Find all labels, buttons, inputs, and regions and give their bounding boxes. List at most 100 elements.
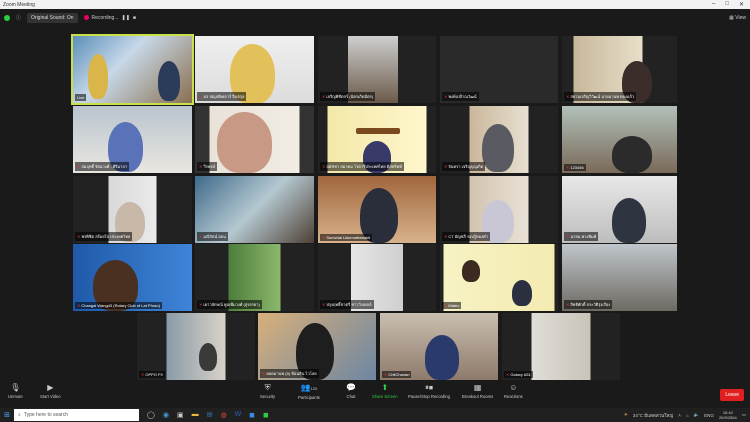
pause-stop-recording-button[interactable]: ⏸⏹ Pause/Stop Recording: [408, 384, 450, 400]
video-tile[interactable]: ✕สยามเจริญวิวัฒน์ นายมานพ ทองแก้ว: [562, 36, 677, 103]
task-view-icon[interactable]: ◯: [147, 411, 155, 419]
window-titlebar: Zoom Meeting – □ ✕: [0, 0, 750, 9]
video-tile[interactable]: ✕พรพิชิต สร้อยใจ ประเทศไทย: [73, 176, 192, 243]
close-button[interactable]: ✕: [739, 1, 744, 8]
video-tile[interactable]: ✕CT อัญชลี รอบรู้ทองคำ: [440, 176, 558, 243]
mic-muted-icon: ✕: [322, 235, 326, 240]
start-video-button[interactable]: ▶ Start Video: [40, 384, 61, 400]
notification-icon[interactable]: ▭: [742, 412, 746, 418]
unmute-button[interactable]: 🎙 Unmute: [8, 384, 23, 400]
mic-muted-icon: ✕: [199, 164, 203, 169]
mic-muted-icon: ✕: [322, 164, 326, 169]
breakout-rooms-button[interactable]: ▦ Breakout Rooms: [462, 383, 493, 400]
meeting-topbar: ⓘ Original Sound: On Recording... ❚❚ ■ ▦…: [0, 9, 750, 26]
tile-name: เยาวลักษณ์ พูลเพิ่มวงศ์ (สุจรรยา): [203, 302, 260, 307]
mic-muted-icon: ✕: [444, 303, 448, 308]
meeting-toolbar: 🎙 Unmute ▶ Start Video ⛨ Security 👥120 P…: [0, 380, 750, 408]
video-tile[interactable]: ✕A3 ปณุจพิเยอาร์ จีบสกุล: [195, 36, 314, 103]
search-icon: ⌕: [18, 412, 21, 418]
tile-name: สมัชชา สมาคม โรตารีประเทศไทย ดิสทริคท์: [326, 164, 402, 169]
store-icon[interactable]: ▣: [177, 411, 184, 419]
video-tile[interactable]: ✕Somchai Udomrattanakit: [318, 176, 436, 243]
video-tile[interactable]: ✕วีรพงษ์: [195, 106, 314, 173]
security-shield-icon[interactable]: [4, 14, 10, 21]
windows-start-icon[interactable]: ⊞: [0, 411, 14, 419]
video-tile[interactable]: ✕Changai Wangd3 (Rotary Club of Lat Phra…: [73, 244, 192, 311]
mic-muted-icon: ✕: [566, 94, 570, 99]
video-grid: Live ✕A3 ปณุจพิเยอาร์ จีบสกุล ✕เจริญพิชิ…: [0, 26, 750, 380]
tile-name: จันทรา เจริญบุญเกิด: [448, 164, 484, 169]
reactions-button[interactable]: ☺ Reactions: [504, 383, 523, 400]
participants-icon: 👥120: [300, 383, 318, 392]
stop-icon[interactable]: ■: [133, 15, 136, 21]
info-icon[interactable]: ⓘ: [16, 14, 21, 21]
network-icon[interactable]: ⌂: [686, 413, 689, 418]
video-tile[interactable]: ✕Mateo: [440, 244, 558, 311]
shield-icon: ⛨: [264, 383, 271, 392]
original-sound-toggle[interactable]: Original Sound: On: [27, 12, 78, 23]
video-tile[interactable]: ✕ChitChanan: [380, 313, 498, 380]
participants-button[interactable]: 👥120 Participants: [298, 383, 320, 401]
chrome-icon[interactable]: ◍: [220, 411, 226, 419]
mic-muted-icon: ✕: [322, 94, 326, 99]
mic-muted-icon: ✕: [506, 372, 510, 377]
pause-icon[interactable]: ❚❚: [122, 15, 130, 21]
video-tile[interactable]: ✕ปรุงฤทธิ์ชาตรี ชาววังเทลล์: [318, 244, 436, 311]
video-tile[interactable]: ✕พงษ์เปป้าณวัฒน์: [440, 36, 558, 103]
edge-browser-icon[interactable]: ◉: [163, 411, 169, 419]
video-tile[interactable]: ✕เจริญพิชิตกร์ (ฉัตรเกิดมิตร): [318, 36, 436, 103]
mic-muted-icon: ✕: [199, 94, 203, 99]
video-tile[interactable]: ✕Galaxy A51: [502, 313, 620, 380]
window-title: Zoom Meeting: [3, 1, 35, 8]
video-tile[interactable]: ✕OPPO F9: [137, 313, 255, 380]
system-tray: ☀ 34°C มีแดดส่วนใหญ่ ˄ ⌂ 🔈 ENG 16:40 20/…: [624, 410, 750, 420]
mic-muted-icon: ✕: [199, 302, 203, 307]
mail-icon[interactable]: ✉: [207, 411, 213, 419]
video-tile[interactable]: Live: [71, 34, 194, 105]
maximize-button[interactable]: □: [725, 1, 729, 8]
video-tile[interactable]: ✕123456: [562, 106, 677, 173]
minimize-button[interactable]: –: [712, 1, 715, 8]
chat-icon: 💬: [346, 383, 356, 392]
recording-indicator[interactable]: Recording... ❚❚ ■: [83, 15, 136, 21]
mic-muted-icon: ✕: [444, 164, 448, 169]
language-indicator[interactable]: ENG: [704, 413, 714, 418]
weather-icon[interactable]: ☀: [624, 412, 628, 418]
mic-muted-icon: ✕: [566, 302, 570, 307]
zoom-icon[interactable]: ◼: [249, 411, 255, 419]
video-tile[interactable]: ✕นายน พวงพิมพ์: [562, 176, 677, 243]
taskbar-search[interactable]: ⌕ Type here to search: [14, 409, 139, 421]
mic-muted-icon: ✕: [77, 303, 81, 308]
tile-name: A3 ปณุจพิเยอาร์ จีบสกุล: [203, 94, 245, 99]
file-explorer-icon[interactable]: ▬: [192, 411, 199, 419]
tile-name: นายน พวงพิมพ์: [570, 234, 597, 239]
mic-muted-icon: ✕: [444, 234, 448, 239]
line-icon[interactable]: ◼: [263, 411, 269, 419]
leave-button[interactable]: Leave: [720, 389, 744, 401]
word-icon[interactable]: W: [235, 411, 242, 419]
tile-name: สยามเจริญวิวัฒน์ นายมานพ ทองแก้ว: [570, 94, 635, 99]
share-screen-button[interactable]: ⬆ Share Screen: [372, 384, 398, 400]
video-tile[interactable]: ✕ยอดมานพ (ล) ช้อนสิน ไวโลย: [258, 313, 376, 380]
tile-name: ChitChanan: [388, 372, 410, 377]
volume-icon[interactable]: 🔈: [694, 412, 700, 418]
video-tile[interactable]: ✕เยาวลักษณ์ พูลเพิ่มวงศ์ (สุจรรยา): [195, 244, 314, 311]
chat-button[interactable]: 💬 Chat: [346, 383, 356, 400]
tile-name: มณีรัตน์ อ่อน: [203, 234, 226, 239]
video-tile[interactable]: ✕สมฤทธิ์ รัตนวงศ์ - ศิริมาลา: [73, 106, 192, 173]
clock[interactable]: 16:40 20/9/2564: [719, 410, 737, 420]
chevron-up-icon[interactable]: ˄: [678, 413, 681, 418]
video-tile[interactable]: ✕มณีรัตน์ อ่อน: [195, 176, 314, 243]
tile-name: Somchai Udomrattanakit: [326, 235, 371, 240]
video-tile[interactable]: ✕สิทธิศักดิ์ ประวัติรุ่งเรือง: [562, 244, 677, 311]
mic-muted-icon: ✕: [77, 164, 81, 169]
smiley-icon: ☺: [509, 383, 518, 392]
breakout-grid-icon: ▦: [473, 383, 482, 392]
window-controls: – □ ✕: [712, 1, 750, 8]
mic-muted-icon: ✕: [199, 234, 203, 239]
video-tile[interactable]: ✕สมัชชา สมาคม โรตารีประเทศไทย ดิสทริคท์: [318, 106, 436, 173]
security-button[interactable]: ⛨ Security: [260, 383, 275, 400]
view-menu-button[interactable]: ▦ View: [729, 15, 746, 21]
video-tile[interactable]: ✕จันทรา เจริญบุญเกิด: [440, 106, 558, 173]
weather-text: 34°C มีแดดส่วนใหญ่: [632, 412, 674, 418]
